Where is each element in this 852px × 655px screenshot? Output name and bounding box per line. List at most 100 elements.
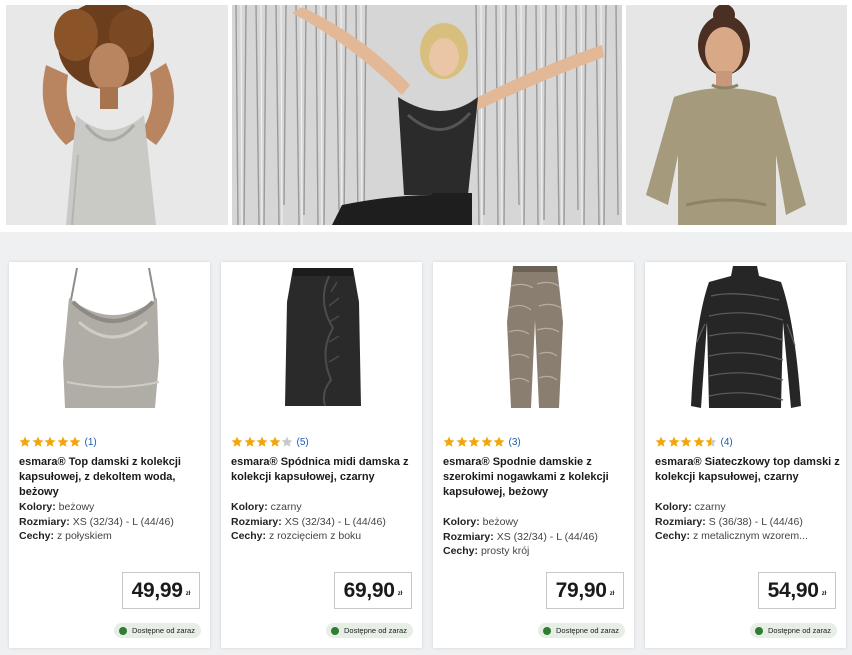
star-full-icon xyxy=(493,436,505,447)
rating-count[interactable]: (1) xyxy=(85,437,97,448)
colors-label: Kolory: xyxy=(19,501,56,513)
rating-count[interactable]: (5) xyxy=(297,437,309,448)
price-box: 49,99 zł xyxy=(122,572,200,609)
product-image-mesh-top[interactable] xyxy=(645,262,846,422)
features-value: z połyskiem xyxy=(56,530,112,542)
hero-banner xyxy=(0,0,852,232)
price-box: 69,90 zł xyxy=(334,572,412,609)
star-full-icon xyxy=(44,436,56,447)
rating[interactable]: (4) xyxy=(655,436,733,448)
colors-value: czarny xyxy=(694,501,726,513)
features-value: z rozcięciem z boku xyxy=(268,530,362,542)
product-image-beige-trousers[interactable] xyxy=(433,262,634,422)
star-full-icon xyxy=(481,436,492,447)
availability-dot-icon xyxy=(331,626,339,635)
rating-count[interactable]: (3) xyxy=(509,437,521,448)
product-card[interactable]: (4) esmara® Siateczkowy top damski z kol… xyxy=(645,262,846,648)
rating[interactable]: (3) xyxy=(443,436,521,448)
hero-image-model-gold-sweater[interactable] xyxy=(626,5,847,225)
product-title[interactable]: esmara® Spodnie damskie z szerokimi noga… xyxy=(443,455,628,500)
star-full-icon xyxy=(19,436,31,447)
availability-text: Dostępne od zaraz xyxy=(344,626,407,635)
product-details: Kolory: beżowy Rozmiary: XS (32/34) - L … xyxy=(443,515,628,559)
features-label: Cechy: xyxy=(19,530,55,542)
features-value: z metalicznym wzorem... xyxy=(692,530,808,542)
features-label: Cechy: xyxy=(655,530,691,542)
availability-badge: Dostępne od zaraz xyxy=(114,623,201,638)
availability-text: Dostępne od zaraz xyxy=(132,626,195,635)
features-label: Cechy: xyxy=(443,545,479,557)
product-details: Kolory: czarny Rozmiary: XS (32/34) - L … xyxy=(231,500,416,544)
rating[interactable]: (5) xyxy=(231,436,309,448)
star-full-icon xyxy=(244,436,255,447)
price-value: 69,90 xyxy=(343,578,395,602)
availability-text: Dostępne od zaraz xyxy=(556,626,619,635)
hero-image-model-silver-top[interactable] xyxy=(6,5,228,225)
sizes-label: Rozmiary: xyxy=(19,515,70,528)
colors-value: czarny xyxy=(270,501,302,513)
colors-label: Kolory: xyxy=(231,501,268,513)
colors-value: beżowy xyxy=(58,501,95,513)
sizes-value: XS (32/34) - L (44/46) xyxy=(284,515,386,528)
price-currency: zł xyxy=(609,591,615,597)
star-full-icon xyxy=(69,436,81,447)
product-title[interactable]: esmara® Siateczkowy top damski z kolekcj… xyxy=(655,455,840,485)
star-full-icon xyxy=(32,436,43,447)
price-box: 79,90 zł xyxy=(546,572,624,609)
product-image-black-skirt[interactable] xyxy=(221,262,422,422)
availability-dot-icon xyxy=(755,626,763,635)
price-value: 54,90 xyxy=(767,578,819,602)
star-full-icon xyxy=(680,436,692,447)
star-full-icon xyxy=(655,436,667,447)
sizes-value: XS (32/34) - L (44/46) xyxy=(496,530,598,543)
rating-stars xyxy=(19,436,82,448)
sizes-value: S (36/38) - L (44/46) xyxy=(708,515,803,528)
availability-badge: Dostępne od zaraz xyxy=(538,623,625,638)
product-title[interactable]: esmara® Top damski z kolekcji kapsułowej… xyxy=(19,455,204,500)
star-full-icon xyxy=(456,436,467,447)
availability-dot-icon xyxy=(119,626,127,635)
star-empty-icon xyxy=(281,436,293,447)
star-full-icon xyxy=(443,436,455,447)
sizes-label: Rozmiary: xyxy=(443,530,494,543)
availability-badge: Dostępne od zaraz xyxy=(326,623,413,638)
sizes-label: Rozmiary: xyxy=(655,515,706,528)
price-value: 79,90 xyxy=(555,578,607,602)
product-card[interactable]: (1) esmara® Top damski z kolekcji kapsuł… xyxy=(9,262,210,648)
star-full-icon xyxy=(468,436,480,447)
product-details: Kolory: czarny Rozmiary: S (36/38) - L (… xyxy=(655,500,840,544)
colors-value: beżowy xyxy=(482,516,519,528)
product-card[interactable]: (3) esmara® Spodnie damskie z szerokimi … xyxy=(433,262,634,648)
product-details: Kolory: beżowy Rozmiary: XS (32/34) - L … xyxy=(19,500,204,544)
star-full-icon xyxy=(256,436,268,447)
star-half-icon xyxy=(705,436,717,447)
features-label: Cechy: xyxy=(231,530,267,542)
star-full-icon xyxy=(57,436,68,447)
product-title[interactable]: esmara® Spódnica midi damska z kolekcji … xyxy=(231,455,416,485)
rating-stars xyxy=(443,436,506,448)
colors-label: Kolory: xyxy=(655,501,692,513)
availability-text: Dostępne od zaraz xyxy=(768,626,831,635)
price-currency: zł xyxy=(821,591,827,597)
rating-stars xyxy=(655,436,718,448)
price-currency: zł xyxy=(185,591,191,597)
features-value: prosty krój xyxy=(480,545,530,557)
availability-badge: Dostępne od zaraz xyxy=(750,623,837,638)
star-full-icon xyxy=(231,436,243,447)
rating-stars xyxy=(231,436,294,448)
availability-dot-icon xyxy=(543,626,551,635)
star-full-icon xyxy=(693,436,704,447)
star-full-icon xyxy=(668,436,679,447)
sizes-label: Rozmiary: xyxy=(231,515,282,528)
rating[interactable]: (1) xyxy=(19,436,97,448)
price-currency: zł xyxy=(397,591,403,597)
price-value: 49,99 xyxy=(131,578,183,602)
colors-label: Kolory: xyxy=(443,516,480,528)
rating-count[interactable]: (4) xyxy=(721,437,733,448)
product-image-silver-top[interactable] xyxy=(9,262,210,422)
star-full-icon xyxy=(269,436,280,447)
sizes-value: XS (32/34) - L (44/46) xyxy=(72,515,174,528)
hero-image-model-tinsel[interactable] xyxy=(232,5,622,225)
product-card[interactable]: (5) esmara® Spódnica midi damska z kolek… xyxy=(221,262,422,648)
price-box: 54,90 zł xyxy=(758,572,836,609)
